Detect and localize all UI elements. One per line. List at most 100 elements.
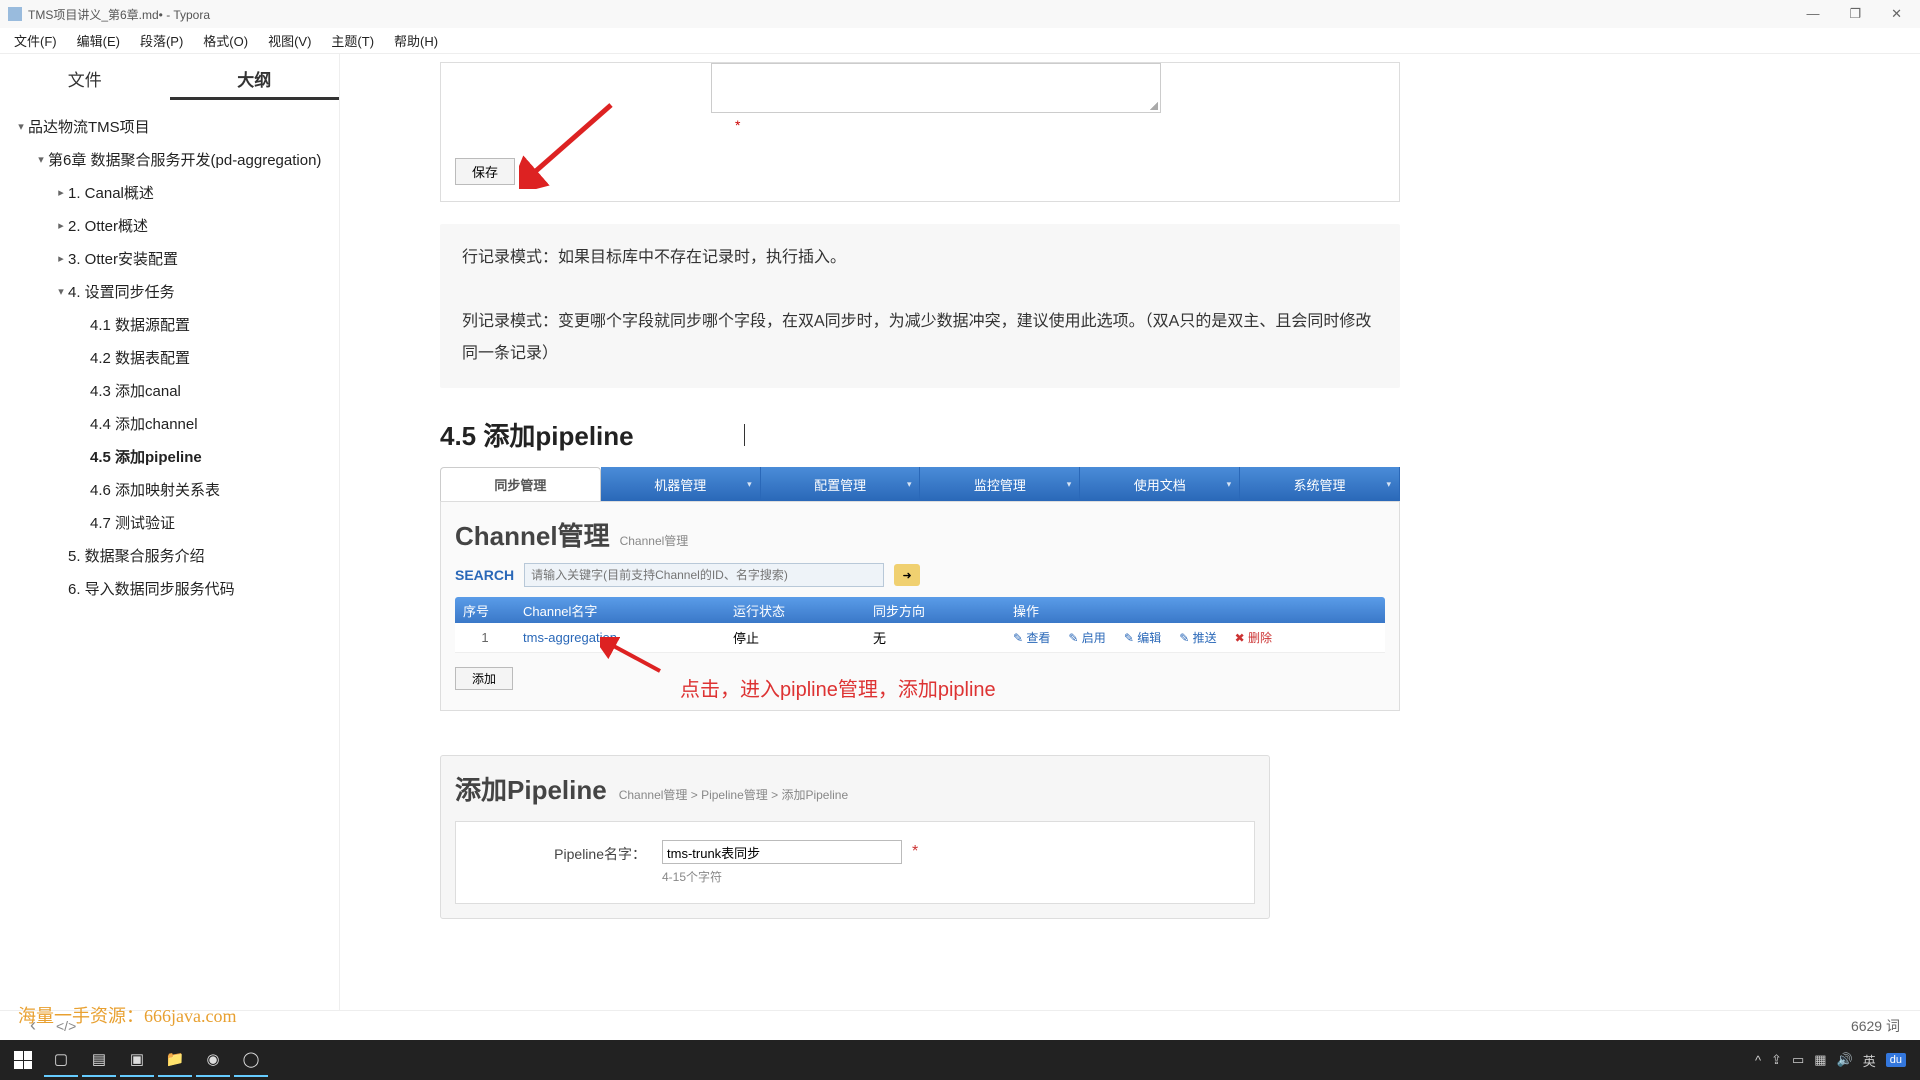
- outline-item-4[interactable]: ▸3. Otter安装配置: [10, 242, 331, 275]
- system-tray[interactable]: ^ ⇪ ▭ ▦ 🔊 英 du: [1755, 1051, 1914, 1070]
- pipeline-name-hint: 4-15个字符: [662, 868, 918, 885]
- tab-sync-mgmt: 同步管理: [440, 467, 601, 501]
- channel-title: Channel管理Channel管理: [441, 512, 1399, 557]
- save-button-graphic: 保存: [455, 158, 515, 185]
- window-title: TMS项目讲义_第6章.md• - Typora: [28, 6, 1800, 23]
- outline-label: 4.1 数据源配置: [90, 314, 329, 335]
- tray-ime[interactable]: 英: [1863, 1051, 1876, 1070]
- outline-item-3[interactable]: ▸2. Otter概述: [10, 209, 331, 242]
- outline-tree: ▾品达物流TMS项目▾第6章 数据聚合服务开发(pd-aggregation)▸…: [0, 100, 339, 605]
- note-line2: 列记录模式：变更哪个字段就同步哪个字段，在双A同步时，为减少数据冲突，建议使用此…: [462, 306, 1378, 370]
- editor-area[interactable]: * 保存 行记录模式：如果目标库中不存在记录时，执行插入。 列记录模式：变更哪个…: [340, 54, 1920, 1040]
- textarea-graphic: [711, 63, 1161, 113]
- pipeline-name-input-graphic: [662, 840, 902, 864]
- embedded-image-channel: 同步管理 机器管理▾ 配置管理▾ 监控管理▾ 使用文档▾ 系统管理▾ Chann…: [440, 467, 1400, 711]
- heading-text: 4.5 添加pipeline: [440, 416, 634, 453]
- op-delete: 删除: [1235, 629, 1272, 646]
- start-button[interactable]: [6, 1043, 40, 1077]
- arrow-annotation-2: [600, 637, 670, 677]
- tray-app-icon[interactable]: du: [1886, 1053, 1906, 1067]
- menu-view[interactable]: 视图(V): [260, 28, 319, 53]
- outline-item-5[interactable]: ▾4. 设置同步任务: [10, 275, 331, 308]
- search-input-graphic: [524, 563, 884, 587]
- breadcrumb-pipeline: Channel管理 > Pipeline管理 > 添加Pipeline: [619, 788, 848, 802]
- pipeline-name-label: Pipeline名字：: [476, 840, 646, 864]
- menu-format[interactable]: 格式(O): [195, 28, 256, 53]
- taskbar-app-3[interactable]: ▣: [120, 1043, 154, 1077]
- tab-docs: 使用文档▾: [1080, 467, 1240, 501]
- outline-item-10[interactable]: 4.5 添加pipeline: [10, 440, 331, 473]
- table-row: 1 tms-aggregation 停止 无 查看 启用 编辑 推送 删除: [455, 623, 1385, 653]
- note-block: 行记录模式：如果目标库中不存在记录时，执行插入。 列记录模式：变更哪个字段就同步…: [440, 224, 1400, 388]
- search-label: SEARCH: [455, 567, 514, 583]
- outline-item-7[interactable]: 4.2 数据表配置: [10, 341, 331, 374]
- maximize-button[interactable]: ❐: [1843, 4, 1867, 24]
- outline-item-6[interactable]: 4.1 数据源配置: [10, 308, 331, 341]
- required-asterisk: *: [912, 843, 918, 861]
- caret-icon: ▾: [34, 153, 48, 166]
- outline-item-2[interactable]: ▸1. Canal概述: [10, 176, 331, 209]
- outline-label: 4.7 测试验证: [90, 512, 329, 533]
- outline-label: 4.2 数据表配置: [90, 347, 329, 368]
- outline-item-13[interactable]: 5. 数据聚合服务介绍: [10, 539, 331, 572]
- tab-config-mgmt: 配置管理▾: [761, 467, 921, 501]
- taskbar-app-2[interactable]: ▤: [82, 1043, 116, 1077]
- tab-outline[interactable]: 大纲: [170, 66, 340, 100]
- op-push: 推送: [1179, 629, 1216, 646]
- outline-label: 4.6 添加映射关系表: [90, 479, 329, 500]
- menu-paragraph[interactable]: 段落(P): [132, 28, 191, 53]
- outline-label: 4. 设置同步任务: [68, 281, 329, 302]
- tab-monitor-mgmt: 监控管理▾: [920, 467, 1080, 501]
- outline-label: 3. Otter安装配置: [68, 248, 329, 269]
- caret-icon: ▾: [54, 285, 68, 298]
- embedded-image-save: * 保存: [440, 62, 1400, 202]
- app-icon: [8, 7, 22, 21]
- outline-item-1[interactable]: ▾第6章 数据聚合服务开发(pd-aggregation): [10, 143, 331, 176]
- arrow-annotation: [519, 99, 619, 189]
- breadcrumb: Channel管理: [620, 534, 689, 548]
- add-button-graphic: 添加: [455, 667, 513, 690]
- outline-item-14[interactable]: 6. 导入数据同步服务代码: [10, 572, 331, 605]
- tray-usb-icon[interactable]: ⇪: [1771, 1052, 1782, 1068]
- note-line1: 行记录模式：如果目标库中不存在记录时，执行插入。: [462, 242, 1378, 274]
- windows-taskbar[interactable]: ▢ ▤ ▣ 📁 ◉ ◯ ^ ⇪ ▭ ▦ 🔊 英 du: [0, 1040, 1920, 1080]
- heading-4-5[interactable]: 4.5 添加pipeline: [440, 416, 1400, 453]
- outline-label: 1. Canal概述: [68, 182, 329, 203]
- outline-item-8[interactable]: 4.3 添加canal: [10, 374, 331, 407]
- tray-battery-icon[interactable]: ▭: [1792, 1052, 1804, 1068]
- caret-icon: ▸: [54, 252, 68, 265]
- table-header: 序号 Channel名字 运行状态 同步方向 操作: [455, 597, 1385, 623]
- taskbar-app-5[interactable]: ◉: [196, 1043, 230, 1077]
- minimize-button[interactable]: —: [1800, 4, 1825, 24]
- close-button[interactable]: ✕: [1885, 4, 1908, 24]
- menu-theme[interactable]: 主题(T): [323, 28, 382, 53]
- add-pipeline-title: 添加Pipeline: [455, 775, 607, 805]
- tray-network-icon[interactable]: ▦: [1814, 1052, 1826, 1068]
- required-asterisk: *: [735, 117, 740, 133]
- taskbar-chrome[interactable]: ◯: [234, 1043, 268, 1077]
- menu-file[interactable]: 文件(F): [6, 28, 65, 53]
- text-cursor: [744, 424, 745, 446]
- taskbar-app-1[interactable]: ▢: [44, 1043, 78, 1077]
- op-enable: 启用: [1068, 629, 1105, 646]
- tray-chevron-icon[interactable]: ^: [1755, 1053, 1761, 1068]
- outline-item-9[interactable]: 4.4 添加channel: [10, 407, 331, 440]
- tab-machine-mgmt: 机器管理▾: [601, 467, 761, 501]
- outline-label: 6. 导入数据同步服务代码: [68, 578, 329, 599]
- outline-item-0[interactable]: ▾品达物流TMS项目: [10, 110, 331, 143]
- annotation-text: 点击，进入pipline管理，添加pipline: [680, 673, 996, 702]
- caret-icon: ▸: [54, 219, 68, 232]
- taskbar-explorer[interactable]: 📁: [158, 1043, 192, 1077]
- menu-edit[interactable]: 编辑(E): [69, 28, 128, 53]
- tab-files[interactable]: 文件: [0, 66, 170, 100]
- embedded-image-add-pipeline: 添加Pipeline Channel管理 > Pipeline管理 > 添加Pip…: [440, 755, 1270, 919]
- tray-volume-icon[interactable]: 🔊: [1837, 1052, 1853, 1068]
- caret-icon: ▾: [14, 120, 28, 133]
- outline-label: 4.5 添加pipeline: [90, 446, 329, 467]
- menu-help[interactable]: 帮助(H): [386, 28, 446, 53]
- outline-item-12[interactable]: 4.7 测试验证: [10, 506, 331, 539]
- word-count[interactable]: 6629 词: [1851, 1016, 1900, 1036]
- outline-item-11[interactable]: 4.6 添加映射关系表: [10, 473, 331, 506]
- outline-label: 4.4 添加channel: [90, 413, 329, 434]
- outline-label: 4.3 添加canal: [90, 380, 329, 401]
